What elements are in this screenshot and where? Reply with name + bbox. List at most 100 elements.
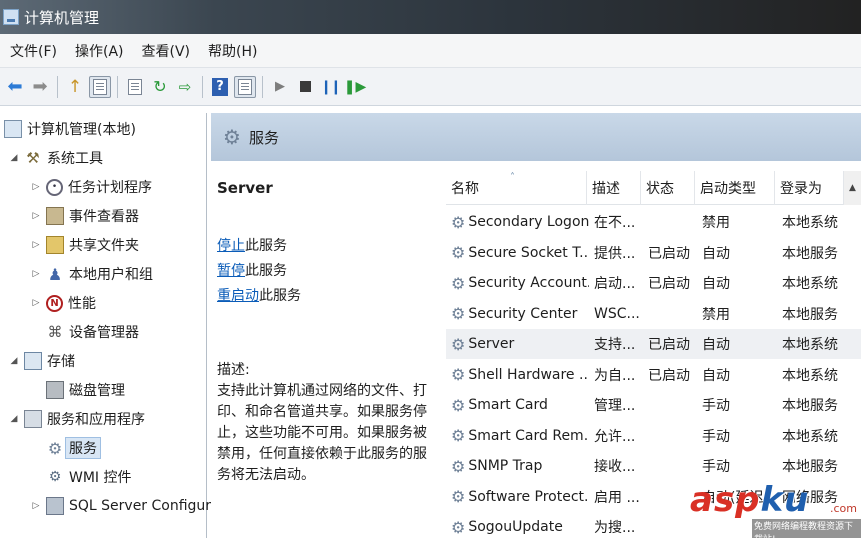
- users-icon: ♟: [47, 264, 63, 284]
- scroll-up-arrow[interactable]: ▲: [844, 171, 861, 205]
- stop-service-icon[interactable]: [294, 76, 316, 98]
- collapse-icon[interactable]: ◢: [8, 414, 20, 424]
- tree-node-system-tools[interactable]: ◢ ⚒ 系统工具: [8, 146, 103, 170]
- service-gear-icon: ⚙: [451, 456, 466, 476]
- service-row[interactable]: ⚙ Secondary Logon 在不... 禁用 本地系统: [446, 207, 861, 237]
- forward-icon[interactable]: ➡: [29, 76, 51, 98]
- column-startup-type[interactable]: 启动类型: [695, 171, 775, 205]
- collapse-icon[interactable]: ◢: [8, 153, 20, 163]
- service-startup-type: 自动: [702, 245, 730, 262]
- tree-node-event-viewer[interactable]: ▷ 事件查看器: [30, 204, 139, 228]
- description-label: 描述:: [217, 362, 250, 378]
- menu-action[interactable]: 操作(A): [65, 41, 132, 61]
- tree-node-services-apps[interactable]: ◢ 服务和应用程序: [8, 407, 145, 431]
- tree-node-disk-management[interactable]: 磁盘管理: [46, 378, 125, 402]
- service-gear-icon: ⚙: [451, 334, 466, 354]
- expand-icon[interactable]: ▷: [30, 182, 42, 192]
- service-startup-type: 手动: [702, 428, 730, 445]
- expand-icon[interactable]: ▷: [30, 269, 42, 279]
- tree-node-wmi[interactable]: ⚙ WMI 控件: [46, 465, 132, 489]
- service-name: ⚙ Secure Socket T...: [451, 243, 589, 262]
- service-row[interactable]: ⚙ Shell Hardware ... 为自... 已启动 自动 本地系统: [446, 360, 861, 390]
- watermark-logo: aspku: [690, 480, 810, 520]
- service-description: 提供...: [594, 245, 636, 262]
- restart-service-action: 重启动此服务: [217, 288, 301, 304]
- service-startup-type: 手动: [702, 459, 730, 475]
- service-name: ⚙ Smart Card: [451, 395, 548, 415]
- service-row[interactable]: ⚙ Security Account... 启动... 已启动 自动 本地系统: [446, 268, 861, 298]
- collapse-icon[interactable]: ◢: [8, 356, 20, 366]
- menu-help[interactable]: 帮助(H): [198, 41, 265, 61]
- gear-icon: ⚙: [47, 438, 63, 458]
- service-row[interactable]: ⚙ Security Center WSC... 禁用 本地服务: [446, 299, 861, 329]
- menu-file[interactable]: 文件(F): [0, 41, 65, 61]
- pause-service-icon[interactable]: ❙❙: [319, 76, 341, 98]
- service-log-on-as: 本地系统: [782, 215, 838, 231]
- shared-folder-icon: [46, 236, 64, 254]
- export-list-icon[interactable]: ⇨: [174, 76, 196, 98]
- service-log-on-as: 本地服务: [782, 245, 838, 262]
- gear-icon: ⚙: [223, 125, 241, 149]
- expand-icon[interactable]: ▷: [30, 501, 42, 511]
- column-name[interactable]: 名称 ˄: [446, 171, 587, 205]
- device-manager-icon: ⌘: [47, 323, 63, 341]
- sql-server-icon: [46, 497, 64, 515]
- back-icon[interactable]: ⬅: [4, 76, 26, 98]
- service-name: ⚙ Shell Hardware ...: [451, 365, 589, 384]
- tree-node-root[interactable]: 计算机管理(本地): [4, 117, 136, 141]
- show-action-pane-icon[interactable]: [234, 75, 256, 98]
- service-name: ⚙ Server: [451, 334, 515, 354]
- tree-node-services[interactable]: ⚙ 服务: [46, 436, 101, 460]
- service-description: 为自...: [594, 367, 636, 384]
- tree-node-task-scheduler[interactable]: ▷ • 任务计划程序: [30, 175, 152, 199]
- column-status[interactable]: 状态: [641, 171, 695, 205]
- service-startup-type: 自动: [702, 337, 730, 353]
- column-description[interactable]: 描述: [587, 171, 641, 205]
- service-status: 已启动: [648, 276, 690, 292]
- service-row[interactable]: ⚙ Server 支持... 已启动 自动 本地系统: [446, 329, 861, 359]
- list-header: 名称 ˄ 描述 状态 启动类型 登录为 ▲: [446, 171, 861, 205]
- tree-node-sql-server[interactable]: ▷ SQL Server Configura: [30, 494, 220, 518]
- tree-node-local-users[interactable]: ▷ ♟ 本地用户和组: [30, 262, 153, 286]
- help-icon[interactable]: ?: [209, 76, 231, 98]
- restart-service-link[interactable]: 重启动: [217, 288, 259, 304]
- service-gear-icon: ⚙: [451, 487, 466, 506]
- service-row[interactable]: ⚙ Secure Socket T... 提供... 已启动 自动 本地服务: [446, 238, 861, 268]
- tree-node-shared-folders[interactable]: ▷ 共享文件夹: [30, 233, 139, 257]
- show-hide-tree-icon[interactable]: [89, 75, 111, 98]
- pause-service-link[interactable]: 暂停: [217, 263, 245, 279]
- tree-node-storage[interactable]: ◢ 存储: [8, 349, 75, 373]
- service-row[interactable]: ⚙ Smart Card Rem... 允许... 手动 本地系统: [446, 421, 861, 451]
- expand-icon[interactable]: ▷: [30, 240, 42, 250]
- expand-icon[interactable]: ▷: [30, 298, 42, 308]
- expand-icon[interactable]: ▷: [30, 211, 42, 221]
- pane-title: 服务: [248, 128, 279, 147]
- refresh-icon[interactable]: ↻: [149, 76, 171, 98]
- service-description: 管理...: [594, 398, 636, 414]
- tree-node-device-manager[interactable]: ⌘ 设备管理器: [46, 320, 140, 344]
- service-status: 已启动: [648, 367, 690, 384]
- start-service-icon[interactable]: ▶: [269, 76, 291, 98]
- disk-icon: [46, 381, 64, 399]
- service-row[interactable]: ⚙ SNMP Trap 接收... 手动 本地服务: [446, 451, 861, 481]
- service-gear-icon: ⚙: [451, 273, 466, 293]
- menu-bar: 文件(F) 操作(A) 查看(V) 帮助(H): [0, 34, 861, 68]
- service-description: 在不...: [594, 215, 636, 231]
- menu-view[interactable]: 查看(V): [132, 41, 199, 61]
- performance-icon: N: [46, 294, 63, 312]
- column-log-on-as[interactable]: 登录为: [775, 171, 844, 205]
- service-row[interactable]: ⚙ Smart Card 管理... 手动 本地服务: [446, 390, 861, 420]
- restart-service-icon[interactable]: ❚▶: [344, 76, 367, 98]
- service-gear-icon: ⚙: [451, 395, 466, 415]
- service-gear-icon: ⚙: [451, 212, 466, 232]
- computer-management-icon: [3, 9, 19, 25]
- properties-icon[interactable]: [124, 76, 146, 98]
- stop-service-link[interactable]: 停止: [217, 238, 245, 254]
- stop-service-action: 停止此服务: [217, 238, 287, 254]
- service-status: [648, 451, 698, 481]
- tree-node-performance[interactable]: ▷ N 性能: [30, 291, 96, 315]
- up-folder-icon[interactable]: ↑: [64, 76, 86, 98]
- tools-icon: ⚒: [26, 149, 40, 167]
- service-status: 已启动: [648, 337, 690, 353]
- watermark-tagline: 免费网络编程教程资源下载站!: [752, 519, 861, 538]
